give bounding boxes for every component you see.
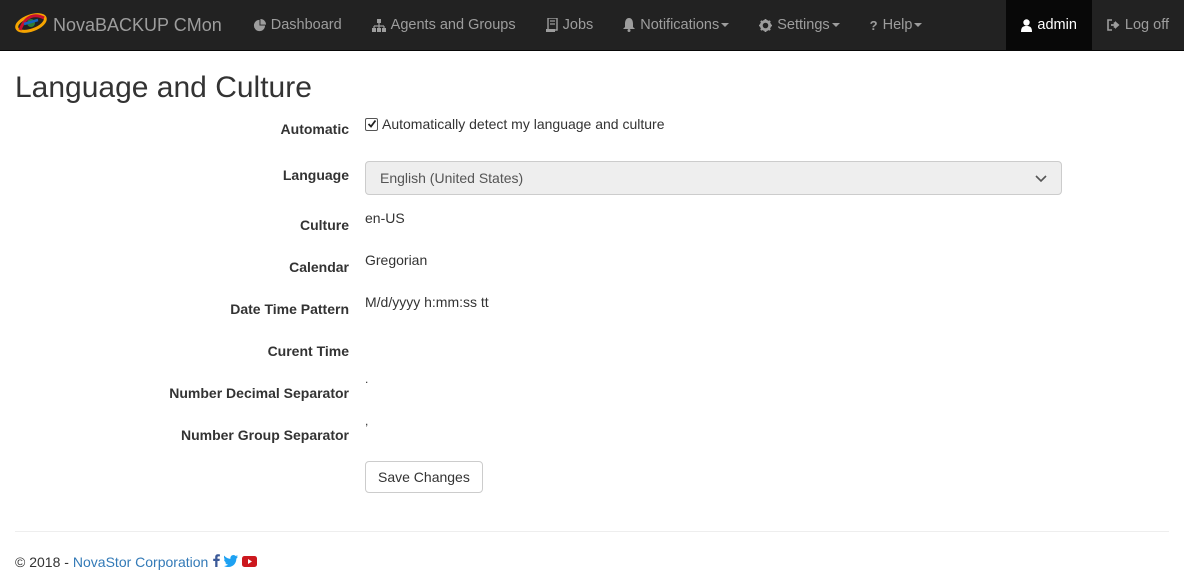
bell-icon [623, 18, 636, 32]
language-selected-value: English (United States) [380, 170, 524, 186]
current-time-label: Curent Time [267, 343, 349, 359]
nav-jobs[interactable]: Jobs [531, 0, 609, 50]
chevron-down-icon [914, 23, 923, 27]
user-icon [1021, 18, 1033, 32]
automatic-row: Automatic Automatically detect my langua… [15, 113, 1169, 155]
nav-help-label: Help [882, 17, 913, 33]
current-time-row: Curent Time [15, 329, 1169, 371]
chevron-down-icon [831, 23, 840, 27]
nav-dashboard-label: Dashboard [270, 17, 342, 33]
automatic-label: Automatic [280, 121, 349, 137]
language-label: Language [282, 167, 349, 183]
nav-dashboard[interactable]: Dashboard [238, 0, 357, 50]
nav-user-label: admin [1037, 17, 1077, 33]
page-title: Language and Culture [15, 71, 312, 104]
group-separator-label: Number Group Separator [180, 427, 349, 443]
chevron-down-icon [1035, 170, 1047, 186]
nav-jobs-label: Jobs [562, 17, 594, 33]
facebook-icon[interactable] [213, 554, 221, 570]
group-separator-row: Number Group Separator , [15, 413, 1169, 455]
nav-notifications-label: Notifications [640, 17, 720, 33]
culture-row: Culture en-US [15, 203, 1169, 245]
nav-help[interactable]: ? Help [855, 0, 938, 50]
brand-link[interactable]: NovaBACKUP CMon [0, 0, 236, 50]
calendar-value: Gregorian [365, 252, 428, 268]
decimal-separator-label: Number Decimal Separator [169, 385, 349, 401]
datetime-row: Date Time Pattern M/d/yyyy h:mm:ss tt [15, 287, 1169, 329]
sign-out-icon [1107, 19, 1120, 31]
question-icon: ? [869, 17, 878, 33]
youtube-icon[interactable] [242, 554, 258, 570]
current-time-value [365, 329, 1062, 336]
save-row: Save Changes [15, 455, 1169, 497]
culture-value: en-US [365, 210, 405, 226]
nav-settings-label: Settings [777, 17, 830, 33]
auto-detect-text: Automatically detect my language and cul… [382, 116, 665, 132]
novabackup-logo-icon [14, 10, 53, 41]
language-row: Language English (United States) [15, 155, 1169, 203]
twitter-icon[interactable] [224, 554, 239, 570]
nav-agents-label: Agents and Groups [390, 17, 516, 33]
decimal-separator-value: . [365, 372, 369, 386]
chevron-down-icon [721, 23, 730, 27]
pie-chart-icon [253, 18, 266, 32]
sitemap-icon [371, 18, 386, 32]
nav-agents-and-groups[interactable]: Agents and Groups [357, 0, 531, 50]
save-changes-button[interactable]: Save Changes [365, 461, 483, 493]
main-content: Language and Culture Automatic Automatic… [0, 51, 1184, 497]
copyright-text: © 2018 - [15, 554, 69, 570]
calendar-row: Calendar Gregorian [15, 245, 1169, 287]
brand-name: NovaBACKUP CMon [53, 14, 222, 35]
footer: © 2018 - NovaStor Corporation [0, 532, 1184, 570]
nav-logoff[interactable]: Log off [1092, 0, 1184, 50]
language-select[interactable]: English (United States) [365, 161, 1062, 195]
top-navbar: NovaBACKUP CMon Dashboard Agents and Gro… [0, 0, 1184, 51]
datetime-label: Date Time Pattern [230, 301, 349, 317]
nav-user-admin[interactable]: admin [1006, 0, 1092, 50]
datetime-value: M/d/yyyy h:mm:ss tt [365, 294, 489, 310]
jobs-icon [545, 18, 558, 32]
nav-notifications[interactable]: Notifications [608, 0, 744, 50]
company-link[interactable]: NovaStor Corporation [73, 554, 208, 570]
calendar-label: Calendar [289, 259, 349, 275]
decimal-separator-row: Number Decimal Separator . [15, 371, 1169, 413]
gear-icon [759, 18, 773, 32]
auto-detect-checkbox[interactable] [365, 117, 378, 131]
nav-logoff-label: Log off [1124, 17, 1169, 33]
culture-label: Culture [300, 217, 349, 233]
nav-settings[interactable]: Settings [744, 0, 854, 50]
group-separator-value: , [365, 414, 369, 428]
